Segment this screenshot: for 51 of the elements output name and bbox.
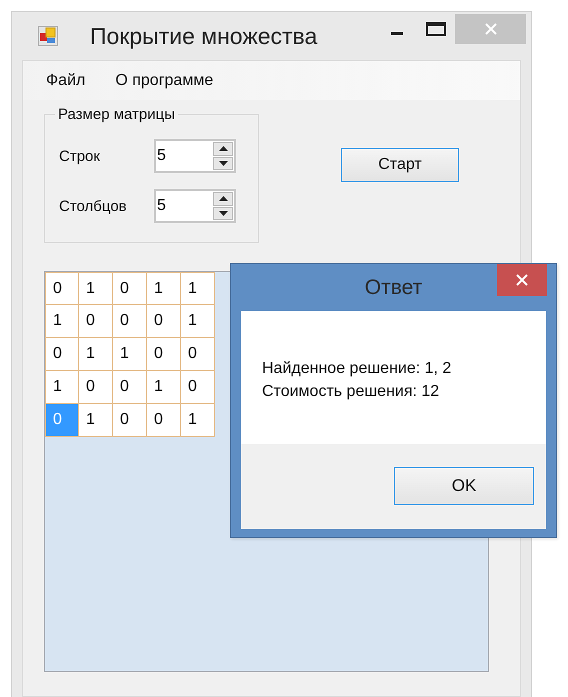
grid-cell[interactable]: 0: [147, 338, 181, 371]
grid-cell[interactable]: 0: [79, 371, 113, 404]
triangle-up-icon: [218, 196, 228, 202]
grid-cell[interactable]: 1: [79, 272, 113, 305]
close-icon: [516, 274, 528, 286]
window-title: Покрытие множества: [90, 22, 318, 50]
grid-cell[interactable]: 0: [113, 305, 147, 338]
triangle-up-icon: [218, 146, 228, 152]
ok-button[interactable]: OK: [394, 467, 534, 505]
grid-cell[interactable]: 0: [113, 272, 147, 305]
dialog-title: Ответ: [364, 276, 422, 300]
number-field[interactable]: 5: [154, 189, 236, 223]
grid-cell[interactable]: 0: [45, 272, 79, 305]
grid-cell[interactable]: 0: [147, 404, 181, 437]
spin-up-button[interactable]: [213, 142, 233, 156]
spin-down-button[interactable]: [213, 156, 233, 170]
minimize-icon: [391, 32, 403, 34]
message-text: Найденное решение: 1, 2: [262, 359, 452, 379]
grid-cell[interactable]: 1: [181, 305, 215, 338]
grid-cell[interactable]: 1: [45, 305, 79, 338]
grid-cell[interactable]: 1: [181, 272, 215, 305]
grid-cell[interactable]: 0: [79, 305, 113, 338]
spin-up-button[interactable]: [213, 192, 233, 206]
grid-cell[interactable]: 0: [181, 371, 215, 404]
spin-down-button[interactable]: [213, 206, 233, 220]
grid-cell[interactable]: 1: [147, 371, 181, 404]
maximize-icon: [426, 22, 446, 36]
menu-item[interactable]: Файл: [46, 72, 86, 90]
grid-cell[interactable]: 1: [79, 338, 113, 371]
grid-cell[interactable]: 0: [181, 338, 215, 371]
grid-cell[interactable]: 1: [113, 338, 147, 371]
group-title: Размер матрицы: [57, 106, 176, 123]
close-icon: [484, 22, 498, 36]
grid-cell[interactable]: 0: [113, 404, 147, 437]
menu-item[interactable]: О программе: [115, 72, 214, 90]
field-label: Строк: [59, 148, 101, 164]
grid-cell[interactable]: 0: [45, 338, 79, 371]
field-label: Столбцов: [59, 198, 128, 214]
grid-cell[interactable]: 1: [181, 404, 215, 437]
triangle-down-icon: [218, 210, 228, 216]
grid-cell[interactable]: 0: [147, 305, 181, 338]
message-text: Стоимость решения: 12: [262, 382, 440, 402]
grid-cell[interactable]: 0: [113, 371, 147, 404]
grid-cell[interactable]: 1: [45, 371, 79, 404]
triangle-down-icon: [218, 160, 228, 166]
number-field[interactable]: 5: [154, 139, 236, 173]
grid-cell[interactable]: 1: [79, 404, 113, 437]
close-button[interactable]: [497, 264, 547, 296]
start-button[interactable]: Старт: [341, 148, 459, 182]
app-icon: [38, 26, 58, 46]
grid-cell[interactable]: 1: [147, 272, 181, 305]
